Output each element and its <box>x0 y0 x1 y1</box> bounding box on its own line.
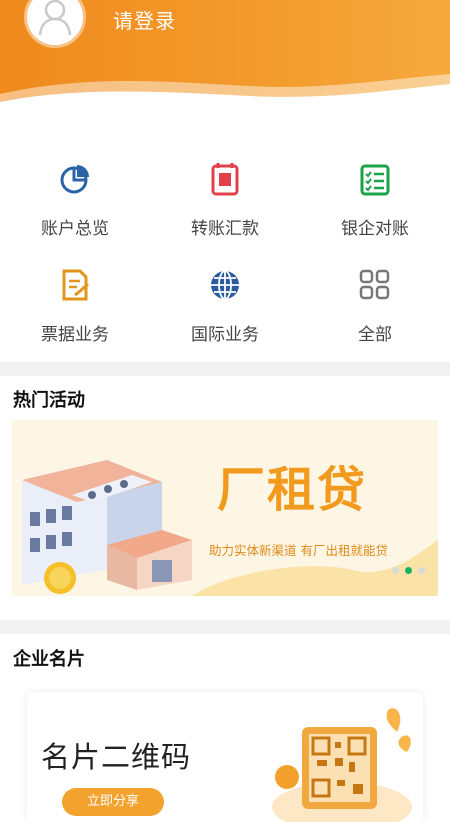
carousel-dot-active[interactable] <box>405 567 412 574</box>
login-link[interactable]: 请登录 <box>113 5 176 34</box>
qr-code-illustration <box>272 708 412 822</box>
phone-transfer-icon <box>211 163 239 196</box>
document-edit-icon <box>62 269 89 301</box>
card-title: 名片二维码 <box>41 740 192 774</box>
promo-banner[interactable]: 厂租贷 助力实体新渠道 有厂出租就能贷 <box>12 420 438 596</box>
banner-subtitle: 助力实体新渠道 有厂出租就能贷 <box>209 543 388 558</box>
menu-label: 转账汇款 <box>191 219 259 239</box>
menu-item-transfer[interactable]: 转账汇款 <box>150 162 300 239</box>
business-card[interactable]: 名片二维码 立即分享 <box>27 692 423 822</box>
section-divider <box>0 362 450 376</box>
menu-label: 全部 <box>358 325 392 345</box>
menu-item-account-overview[interactable]: 账户总览 <box>0 162 150 239</box>
section-divider <box>0 620 450 634</box>
menu-label: 账户总览 <box>41 219 109 239</box>
carousel-dot[interactable] <box>418 567 425 574</box>
header-wave <box>0 74 450 112</box>
menu-label: 国际业务 <box>191 325 259 345</box>
carousel-dot[interactable] <box>392 567 399 574</box>
menu-item-all[interactable]: 全部 <box>300 268 450 345</box>
menu-label: 银企对账 <box>341 219 409 239</box>
checklist-icon <box>360 164 390 196</box>
menu-item-international[interactable]: 国际业务 <box>150 268 300 345</box>
menu-label: 票据业务 <box>41 325 109 345</box>
menu-item-bills[interactable]: 票据业务 <box>0 268 150 345</box>
grid-icon <box>359 269 390 300</box>
pie-chart-icon <box>60 165 89 194</box>
banner-title: 厂租贷 <box>217 462 368 518</box>
section-title-hot: 热门活动 <box>13 390 85 411</box>
share-button[interactable]: 立即分享 <box>62 788 164 816</box>
user-icon <box>38 0 72 36</box>
section-title-card: 企业名片 <box>13 649 85 670</box>
globe-icon <box>211 270 239 300</box>
menu-item-reconciliation[interactable]: 银企对账 <box>300 162 450 239</box>
carousel-dots <box>392 567 425 574</box>
